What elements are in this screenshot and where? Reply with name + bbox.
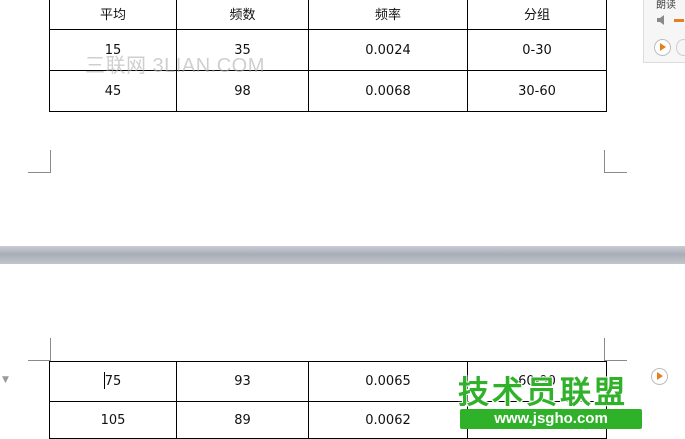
- page-separator: [0, 246, 685, 264]
- table-cell[interactable]: 89: [176, 401, 309, 439]
- play-icon[interactable]: [651, 368, 668, 385]
- watermark-text: 三联网 3LIAN.COM: [85, 55, 265, 77]
- table-cell[interactable]: 105: [49, 401, 177, 439]
- table-cell[interactable]: 0-30: [467, 29, 607, 71]
- collapse-arrow-icon[interactable]: ▼: [2, 375, 9, 385]
- table-cell: 分组: [467, 0, 607, 30]
- table-cell: 频率: [308, 0, 468, 30]
- table-cell: 平均: [49, 0, 177, 30]
- table-cell[interactable]: 0.0068: [308, 70, 468, 112]
- play-icon[interactable]: [654, 39, 671, 56]
- watermark-logo: 技术员联盟: [458, 375, 628, 411]
- page-corner-mark: [604, 338, 627, 361]
- page-corner-mark: [604, 150, 627, 173]
- read-aloud-panel: 朗读: [643, 0, 685, 63]
- page-corner-mark: [28, 338, 51, 361]
- page-corner-mark: [28, 150, 51, 173]
- table-cell[interactable]: 0.0062: [308, 401, 468, 439]
- table-header-row: 平均 频数 频率 分组: [49, 0, 607, 30]
- table-cell[interactable]: 0.0065: [308, 361, 468, 402]
- watermark-url: www.jsgho.com: [460, 409, 642, 429]
- table-cell[interactable]: 93: [176, 361, 309, 402]
- stop-icon[interactable]: [676, 39, 685, 56]
- speaker-icon[interactable]: [656, 14, 670, 26]
- table-cell[interactable]: 0.0024: [308, 29, 468, 71]
- text-cursor: [104, 372, 105, 389]
- panel-title: 朗读: [656, 0, 676, 11]
- volume-slider[interactable]: [674, 19, 684, 22]
- table-cell[interactable]: 30-60: [467, 70, 607, 112]
- table-cell[interactable]: 75: [49, 361, 177, 402]
- document-page-top: 平均 频数 频率 分组 15 35 0.0024 0-30 45 98 0.00…: [0, 0, 685, 246]
- table-cell: 频数: [176, 0, 309, 30]
